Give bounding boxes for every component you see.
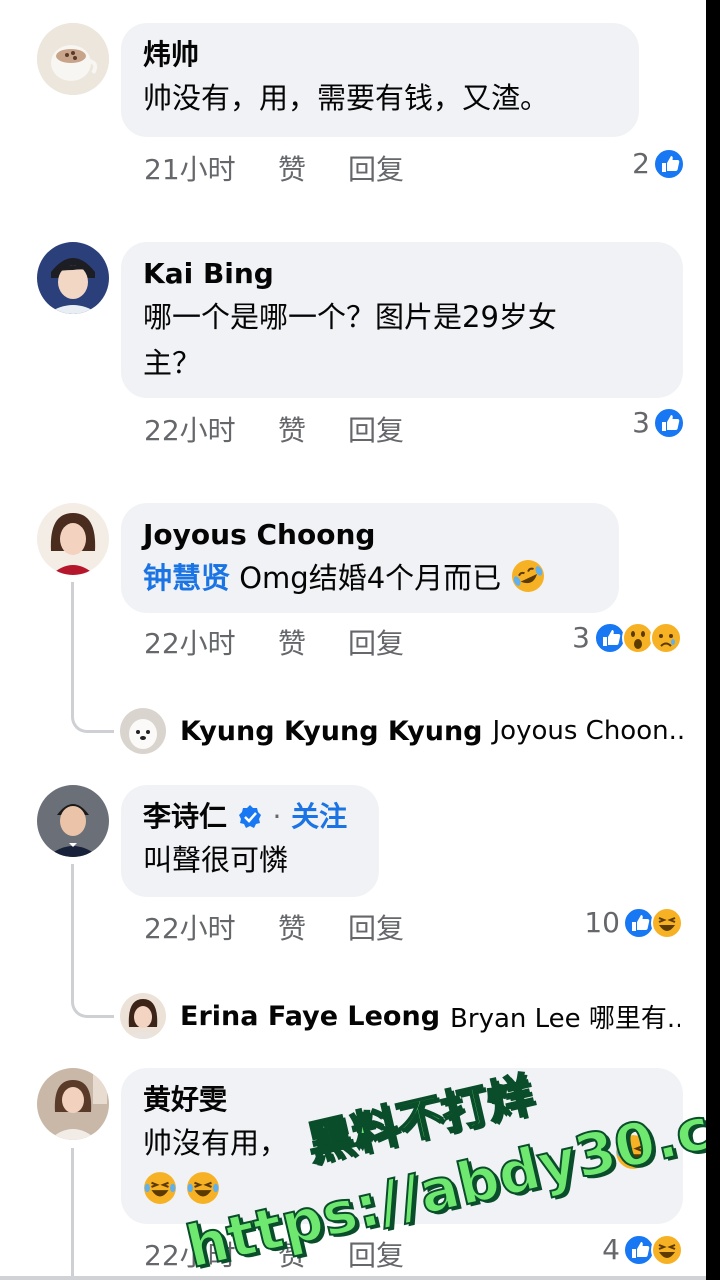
laughing-emoji-icon — [144, 1172, 176, 1204]
reactions[interactable] — [653, 148, 685, 180]
comment-text: 钟慧贤 Omg结婚4个月而已 — [143, 555, 597, 601]
comment-text-line: 主？ — [143, 346, 202, 380]
commenter-name[interactable]: 炜帅 — [143, 35, 617, 75]
bottom-divider — [0, 1276, 706, 1280]
reply-snippet: Bryan Lee 哪里有... — [450, 1003, 680, 1034]
reply-preview[interactable]: Erina Faye Leong Bryan Lee 哪里有... — [180, 993, 680, 1039]
comment-text: 叫聲很可憐 — [143, 843, 289, 877]
commenter-name[interactable]: Kai Bing — [143, 254, 661, 294]
reply-link[interactable]: 回复 — [348, 626, 404, 662]
avatar[interactable] — [37, 242, 109, 314]
dog-avatar-image — [120, 708, 166, 754]
reply-link[interactable]: 回复 — [348, 152, 404, 188]
comment-meta: 22小时 赞 回复 — [144, 1238, 444, 1274]
reply-preview[interactable]: Kyung Kyung Kyung Joyous Choon... — [180, 708, 685, 754]
comment-meta: 22小时 赞 回复 — [144, 911, 444, 947]
comment-emoji-row — [143, 1166, 661, 1212]
person-avatar-image — [37, 242, 109, 314]
like-link[interactable]: 赞 — [278, 413, 306, 449]
haha-reaction-icon — [651, 1234, 683, 1266]
reply-link[interactable]: 回复 — [348, 911, 404, 947]
comment-text: 帅没有，用，需要有钱，又渣。 — [143, 81, 550, 115]
coffee-cup-avatar-image — [37, 23, 109, 95]
man-avatar-image — [37, 785, 109, 857]
reply-author[interactable]: Erina Faye Leong — [180, 1001, 440, 1032]
comment-meta: 22小时 赞 回复 — [144, 413, 444, 449]
timestamp[interactable]: 22小时 — [144, 1238, 236, 1274]
like-link[interactable]: 赞 — [278, 152, 306, 188]
rofl-emoji-icon — [512, 560, 545, 592]
reply-link[interactable]: 回复 — [348, 1238, 404, 1274]
comments-page: 炜帅 帅没有，用，需要有钱，又渣。 21小时 赞 回复 2 Kai Bing 哪… — [0, 0, 706, 1280]
timestamp[interactable]: 22小时 — [144, 626, 236, 662]
like-link[interactable]: 赞 — [278, 911, 306, 947]
reply-snippet: Joyous Choon... — [492, 716, 686, 746]
like-reaction-icon — [653, 407, 685, 439]
comment-bubble: 李诗仁 · 关注 叫聲很可憐 — [121, 785, 379, 897]
reaction-count[interactable]: 10 — [560, 905, 620, 941]
sad-reaction-icon — [650, 622, 682, 654]
mention-link[interactable]: 钟慧贤 — [143, 561, 230, 595]
timestamp[interactable]: 22小时 — [144, 413, 236, 449]
reactions[interactable] — [623, 1234, 683, 1266]
timestamp[interactable]: 21小时 — [144, 152, 236, 188]
separator-dot: · — [272, 800, 282, 833]
commenter-name[interactable]: 李诗仁 — [143, 800, 227, 833]
reply-thread-connector — [71, 690, 114, 733]
reactions[interactable] — [623, 907, 683, 939]
commenter-name[interactable]: 黄好雯 — [143, 1080, 661, 1120]
commenter-name[interactable]: Joyous Choong — [143, 515, 597, 555]
reaction-count[interactable]: 3 — [540, 620, 590, 656]
like-reaction-icon — [653, 148, 685, 180]
haha-reaction-icon — [651, 907, 683, 939]
avatar[interactable] — [120, 993, 166, 1039]
avatar[interactable] — [37, 503, 109, 575]
woman-avatar-image — [37, 1068, 109, 1140]
like-link[interactable]: 赞 — [278, 626, 306, 662]
reply-link[interactable]: 回复 — [348, 413, 404, 449]
comment-meta: 21小时 赞 回复 — [144, 152, 444, 188]
reply-thread-line — [71, 582, 74, 692]
reaction-count[interactable]: 4 — [570, 1232, 620, 1268]
reactions[interactable] — [653, 407, 685, 439]
laughing-emoji-icon — [187, 1172, 220, 1204]
reaction-count[interactable]: 2 — [600, 146, 650, 182]
comment-bubble: 黄好雯 帅沒有用， — [121, 1068, 683, 1224]
reply-thread-connector — [71, 975, 114, 1018]
laughing-emoji-icon — [616, 1135, 650, 1169]
avatar[interactable] — [37, 1068, 109, 1140]
like-link[interactable]: 赞 — [278, 1238, 306, 1274]
reaction-count[interactable]: 3 — [600, 405, 650, 441]
avatar[interactable] — [120, 708, 166, 754]
woman-avatar-image — [120, 993, 166, 1039]
reply-author[interactable]: Kyung Kyung Kyung — [180, 716, 483, 747]
comment-text-line: 哪一个是哪一个？图片是29岁女 — [143, 300, 557, 334]
avatar[interactable] — [37, 23, 109, 95]
woman-avatar-image — [37, 503, 109, 575]
reactions[interactable] — [594, 622, 682, 654]
comment-meta: 22小时 赞 回复 — [144, 626, 444, 662]
reply-thread-line — [71, 1148, 74, 1280]
follow-link[interactable]: 关注 — [291, 800, 347, 833]
comment-body: Omg结婚4个月而已 — [230, 561, 502, 595]
reply-thread-line — [71, 864, 74, 979]
comment-bubble: Joyous Choong 钟慧贤 Omg结婚4个月而已 — [121, 503, 619, 613]
comment-text-line: 帅沒有用， — [143, 1126, 289, 1160]
name-row: 李诗仁 · 关注 — [143, 797, 357, 837]
comment-bubble: 炜帅 帅没有，用，需要有钱，又渣。 — [121, 23, 639, 137]
timestamp[interactable]: 22小时 — [144, 911, 236, 947]
verified-badge-icon — [238, 805, 261, 828]
avatar[interactable] — [37, 785, 109, 857]
comment-bubble: Kai Bing 哪一个是哪一个？图片是29岁女 主？ — [121, 242, 683, 398]
